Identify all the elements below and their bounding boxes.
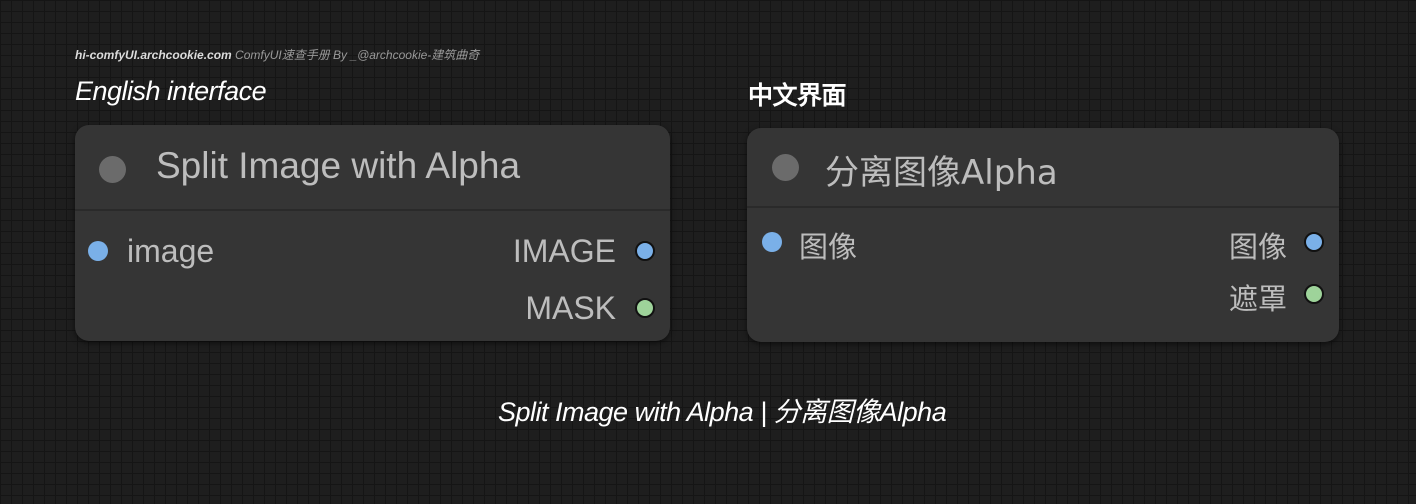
collapse-toggle-icon[interactable] (772, 154, 799, 181)
watermark-text: ComfyUI速查手册 By _@archcookie-建筑曲奇 (231, 48, 480, 62)
output-slot-mask-icon[interactable] (1304, 284, 1324, 304)
slot-row-image: image IMAGE (75, 233, 670, 273)
slot-row-image: 图像 图像 (747, 224, 1339, 264)
slot-row-mask: 遮罩 (747, 276, 1339, 316)
input-label-image: 图像 (799, 230, 858, 264)
node-title: Split Image with Alpha (156, 145, 521, 186)
output-slot-mask-icon[interactable] (635, 298, 655, 318)
node-title: 分离图像Alpha (825, 153, 1058, 193)
node-header[interactable]: 分离图像Alpha (747, 128, 1339, 208)
chinese-interface-label: 中文界面 (748, 81, 847, 110)
node-split-image-with-alpha-zh[interactable]: 分离图像Alpha 图像 图像 遮罩 (747, 128, 1339, 342)
output-slot-image-icon[interactable] (1304, 232, 1324, 252)
caption: Split Image with Alpha | 分离图像Alpha (498, 397, 947, 427)
watermark-site: hi-comfyUI.archcookie.com (75, 48, 232, 62)
output-label-image: IMAGE (512, 233, 616, 269)
input-label-image: image (127, 233, 215, 269)
watermark: hi-comfyUI.archcookie.com ComfyUI速查手册 By… (75, 46, 479, 63)
output-slot-image-icon[interactable] (635, 241, 655, 261)
slot-row-mask: MASK (75, 290, 670, 330)
input-slot-image-icon[interactable] (88, 241, 108, 261)
node-split-image-with-alpha-en[interactable]: Split Image with Alpha image IMAGE MASK (75, 125, 670, 341)
input-slot-image-icon[interactable] (762, 232, 782, 252)
english-interface-label: English interface (75, 76, 267, 106)
output-label-mask: MASK (525, 290, 616, 326)
node-header[interactable]: Split Image with Alpha (75, 125, 670, 211)
collapse-toggle-icon[interactable] (99, 156, 126, 183)
output-label-mask: 遮罩 (1228, 282, 1287, 316)
output-label-image: 图像 (1228, 230, 1287, 264)
